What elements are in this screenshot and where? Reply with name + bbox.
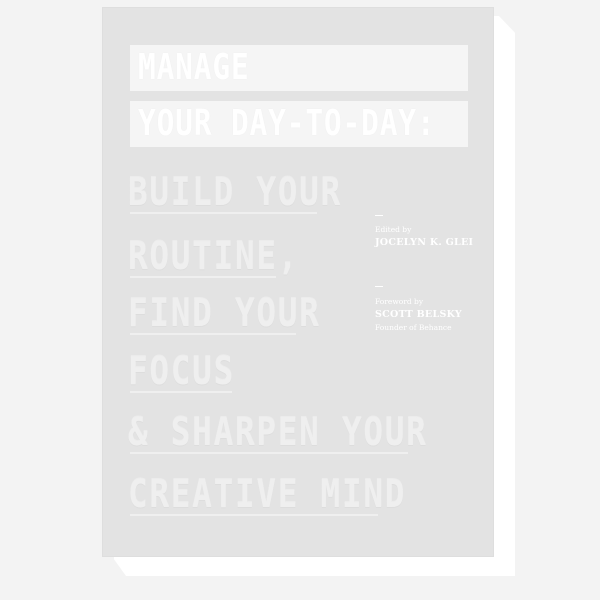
subtitle-underline (130, 276, 276, 278)
title-bar-bottom: YOUR DAY-TO-DAY: (130, 101, 468, 147)
subtitle-line: CREATIVE MIND (128, 472, 407, 516)
subtitle-underline (130, 452, 408, 454)
subtitle-line: FIND YOUR (128, 291, 321, 335)
foreword-name: SCOTT BELSKY (375, 309, 462, 320)
editor-dash (375, 215, 383, 216)
editor-role: Edited by (375, 225, 412, 234)
book-title-line-1: MANAGE (138, 47, 250, 88)
foreword-affiliation: Founder of Behance (375, 323, 452, 332)
subtitle-underline (130, 514, 378, 516)
subtitle-line: FOCUS (128, 349, 235, 393)
subtitle-underline (130, 391, 232, 393)
foreword-role: Foreword by (375, 297, 424, 306)
subtitle-underline (130, 333, 296, 335)
subtitle-underline (130, 212, 317, 214)
foreword-dash (375, 286, 383, 287)
subtitle-line: BUILD YOUR (128, 170, 342, 214)
editor-name: JOCELYN K. GLEI (375, 237, 474, 248)
book-cover-scene: MANAGE YOUR DAY-TO-DAY: BUILD YOUR ROUTI… (0, 0, 600, 600)
title-bar-top: MANAGE (130, 45, 468, 91)
subtitle-line: ROUTINE, (128, 234, 300, 278)
book-cover: MANAGE YOUR DAY-TO-DAY: BUILD YOUR ROUTI… (102, 7, 494, 557)
subtitle-line: & SHARPEN YOUR (128, 410, 428, 454)
book-title-line-2: YOUR DAY-TO-DAY: (138, 103, 436, 144)
